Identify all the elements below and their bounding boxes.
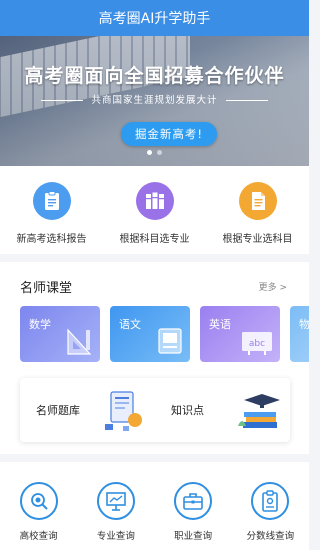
promo-banner[interactable]: 高考圈面向全国招募合作伙伴 共商国家生涯规划发展大计 掘金新高考! (0, 36, 309, 166)
clipboard-icon (251, 482, 290, 520)
section-title: 名师课堂 (20, 281, 73, 296)
subject-card-chinese[interactable]: 语文 (110, 306, 190, 362)
nav-label: 高校查询 (19, 531, 58, 542)
subject-label: 物 (299, 318, 309, 331)
subject-label: 数学 (29, 318, 51, 331)
quick-action-major-by-subject[interactable]: 根据科目选专业 (103, 166, 206, 254)
knowledge-point-button[interactable]: 知识点 (155, 378, 290, 442)
more-link[interactable]: 更多 > (259, 280, 287, 293)
graduation-books-icon (238, 394, 280, 428)
career-query-button[interactable]: 职业查询 (155, 462, 232, 550)
major-query-button[interactable]: 专业查询 (77, 462, 154, 550)
nav-label: 职业查询 (174, 531, 213, 542)
banner-subline: 共商国家生涯规划发展大计 (0, 92, 309, 106)
abc-board-icon: abc (242, 332, 272, 355)
indicator-dot-active (147, 150, 152, 155)
quick-action-label: 根据专业选科目 (222, 234, 293, 245)
tool-label: 知识点 (171, 404, 204, 417)
quick-action-subject-report[interactable]: 新高考选科报告 (0, 166, 103, 254)
ruler-triangle-icon (67, 328, 92, 355)
briefcase-icon (174, 482, 213, 520)
indicator-dot (157, 150, 162, 155)
college-query-button[interactable]: 高校查询 (0, 462, 77, 550)
banner-page-indicator (0, 150, 309, 155)
quick-action-label: 新高考选科报告 (16, 234, 87, 245)
score-line-query-button[interactable]: 分数线查询 (232, 462, 309, 550)
presentation-icon (96, 482, 135, 520)
quick-action-label: 根据科目选专业 (119, 234, 190, 245)
teacher-class-section: 名师课堂 更多 > 数学 语文 英语 abc 物 名师题库 知识点 (0, 262, 309, 454)
book-icon (158, 328, 182, 354)
question-bank-button[interactable]: 名师题库 (20, 378, 155, 442)
app-title: 高考圈AI升学助手 (98, 11, 211, 27)
app-title-bar: 高考圈AI升学助手 (0, 0, 309, 36)
nav-label: 分数线查询 (246, 531, 295, 542)
search-icon (19, 482, 58, 520)
document-icon (238, 182, 277, 220)
tool-panel: 名师题库 知识点 (20, 378, 290, 442)
banner-cta-button[interactable]: 掘金新高考! (121, 122, 217, 146)
books-icon (135, 182, 174, 220)
svg-text:abc: abc (249, 339, 265, 349)
quick-action-subject-by-major[interactable]: 根据专业选科目 (206, 166, 309, 254)
nav-label: 专业查询 (96, 531, 135, 542)
tool-label: 名师题库 (36, 404, 80, 417)
report-icon (32, 182, 71, 220)
quick-actions: 新高考选科报告 根据科目选专业 根据专业选科目 (0, 166, 309, 254)
question-bank-icon (105, 391, 142, 431)
subject-card-english[interactable]: 英语 abc (200, 306, 280, 362)
subject-carousel[interactable]: 数学 语文 英语 abc 物 (20, 306, 309, 362)
subject-label: 语文 (119, 318, 141, 331)
subject-card-physics[interactable]: 物 (290, 306, 309, 362)
query-nav: 高校查询 专业查询 职业查询 分数线查询 (0, 462, 309, 550)
subject-card-math[interactable]: 数学 (20, 306, 100, 362)
banner-headline: 高考圈面向全国招募合作伙伴 (24, 65, 285, 87)
subject-label: 英语 (209, 318, 231, 331)
